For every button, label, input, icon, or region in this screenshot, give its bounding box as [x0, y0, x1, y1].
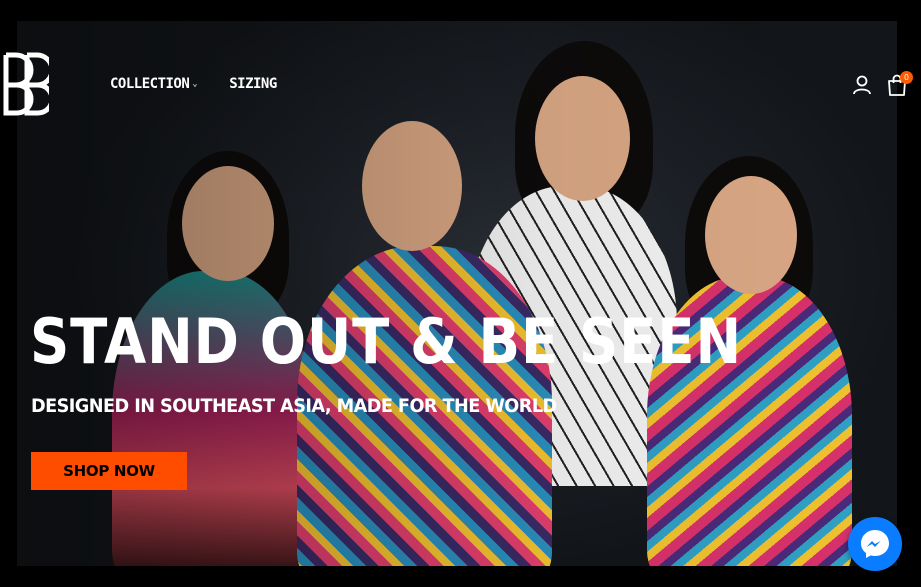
main-nav: COLLECTION ⌄ SIZING [110, 76, 277, 92]
nav-item-label: SIZING [229, 76, 277, 92]
user-icon [853, 75, 871, 95]
account-button[interactable] [852, 75, 872, 95]
messenger-icon [861, 530, 889, 558]
nav-item-collection[interactable]: COLLECTION ⌄ [110, 76, 198, 92]
chevron-down-icon: ⌄ [192, 79, 198, 89]
brand-logo[interactable] [3, 52, 55, 116]
hero-headline: STAND OUT & BE SEEN [30, 305, 742, 378]
hero-subheadline: DESIGNED IN SOUTHEAST ASIA, MADE FOR THE… [31, 395, 557, 417]
messenger-chat-button[interactable] [848, 517, 902, 571]
nav-item-sizing[interactable]: SIZING [229, 76, 277, 92]
cart-count-badge: 0 [900, 71, 913, 84]
shop-now-button[interactable]: SHOP NOW [31, 452, 187, 490]
nav-item-label: COLLECTION [110, 76, 190, 92]
bb-logo-icon [3, 52, 55, 116]
